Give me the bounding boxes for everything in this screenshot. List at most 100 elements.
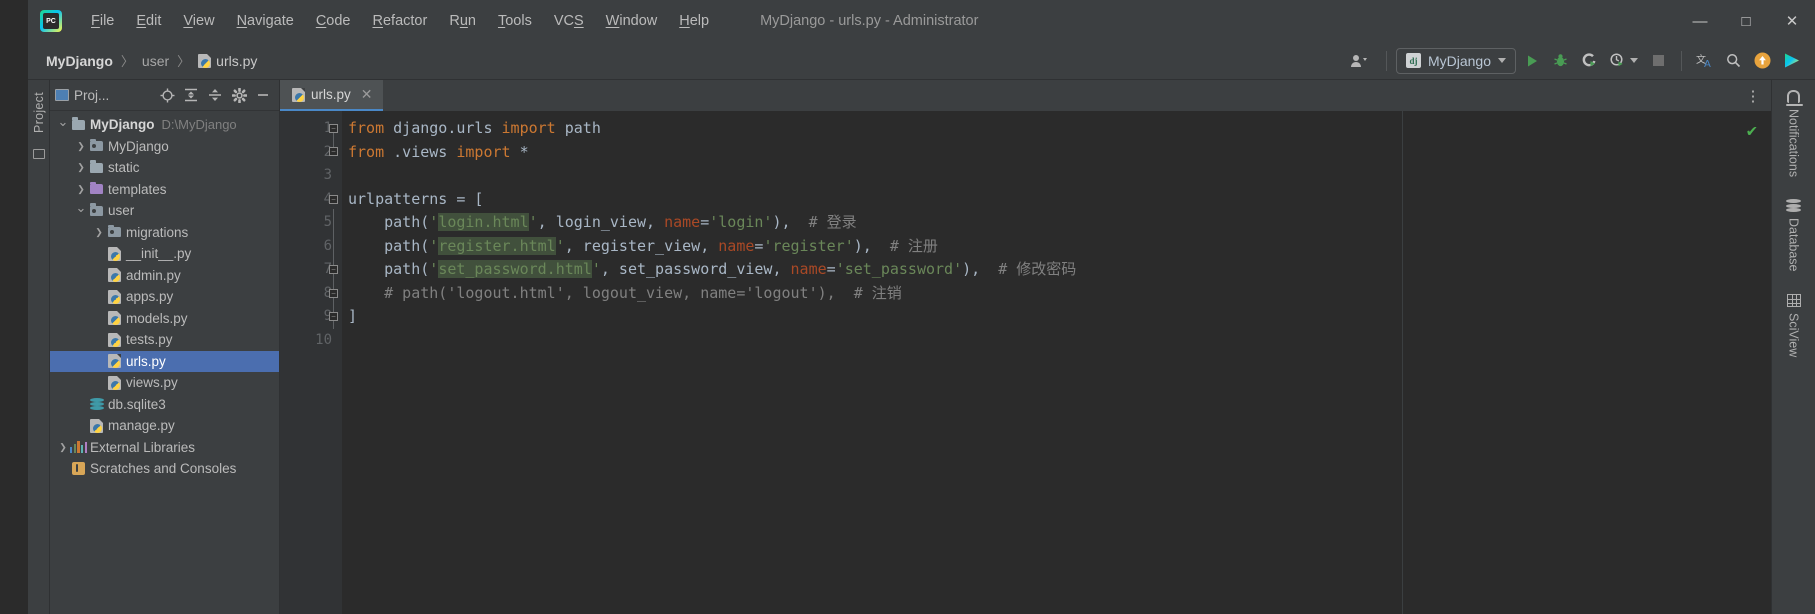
menu-item-run[interactable]: Run bbox=[438, 9, 487, 33]
stop-button[interactable] bbox=[1645, 48, 1672, 74]
fold-marker-line1[interactable]: − bbox=[329, 124, 338, 133]
fold-marker-line9[interactable]: − bbox=[329, 312, 338, 321]
tree-item-label: tests.py bbox=[126, 332, 173, 348]
breadcrumb-item-urls-py[interactable]: urls.py bbox=[194, 51, 261, 71]
breadcrumb-item-user[interactable]: user bbox=[138, 51, 173, 71]
tree-item-icon bbox=[88, 418, 105, 433]
menu-item-vcs[interactable]: VCS bbox=[543, 9, 595, 33]
tree-item-templates[interactable]: ❯ templates bbox=[50, 179, 279, 201]
tree-item-urls-py[interactable]: urls.py bbox=[50, 350, 279, 372]
breadcrumb-separator: 〉 bbox=[120, 54, 134, 69]
tree-item-icon bbox=[106, 289, 123, 304]
code-token: django.urls bbox=[384, 119, 502, 137]
menu-item-view[interactable]: View bbox=[172, 9, 225, 33]
tree-item-user[interactable]: ⌄ user bbox=[50, 200, 279, 222]
run-button[interactable] bbox=[1518, 48, 1545, 74]
fold-marker-line2[interactable]: − bbox=[329, 147, 338, 156]
menu-item-edit[interactable]: Edit bbox=[125, 9, 172, 33]
menu-item-code[interactable]: Code bbox=[305, 9, 362, 33]
inspection-status-icon[interactable]: ✔ bbox=[1747, 121, 1757, 141]
tree-item-tests-py[interactable]: tests.py bbox=[50, 329, 279, 351]
code-token: ' bbox=[591, 260, 601, 278]
locate-target-icon[interactable] bbox=[156, 84, 178, 106]
tree-item-label: __init__.py bbox=[126, 246, 192, 262]
code-editor[interactable]: 1 2 3 4 5 6 7 8 9 10 − − − − − − ✔ from django.ur… bbox=[280, 111, 1771, 614]
tree-item-external-libraries[interactable]: ❯ External Libraries bbox=[50, 437, 279, 459]
menu-item-tools[interactable]: Tools bbox=[487, 9, 543, 33]
chevron-right-icon[interactable]: ❯ bbox=[56, 442, 70, 453]
templates-folder-icon bbox=[90, 181, 103, 195]
tree-item-mydjango[interactable]: ❯ MyDjango bbox=[50, 136, 279, 158]
tree-item-views-py[interactable]: views.py bbox=[50, 372, 279, 394]
project-tree[interactable]: ⌄ MyDjango D:\MyDjango ❯ MyDjango ❯ static ❯ tem… bbox=[50, 111, 279, 614]
search-icon[interactable] bbox=[1720, 48, 1747, 74]
tree-item-admin-py[interactable]: admin.py bbox=[50, 265, 279, 287]
profile-button[interactable] bbox=[1605, 48, 1643, 74]
fold-marker-line4[interactable]: − bbox=[329, 195, 338, 204]
minimize-icon[interactable] bbox=[252, 84, 274, 106]
expand-all-icon[interactable] bbox=[180, 84, 202, 106]
tree-item-init-py[interactable]: __init__.py bbox=[50, 243, 279, 265]
kebab-menu-icon[interactable]: ⋮ bbox=[1741, 80, 1765, 111]
menu-item-refactor[interactable]: Refactor bbox=[362, 9, 439, 33]
code-token: .views bbox=[384, 142, 457, 161]
tree-item-manage-py[interactable]: manage.py bbox=[50, 415, 279, 437]
maximize-button[interactable]: □ bbox=[1723, 0, 1769, 42]
collapse-all-icon[interactable] bbox=[204, 84, 226, 106]
toolbar-divider-2 bbox=[1681, 50, 1682, 71]
editor-tab-urls-py[interactable]: urls.py ✕ bbox=[280, 80, 383, 111]
code-token: ' bbox=[429, 236, 439, 255]
tool-window-button-sciview[interactable]: SciView bbox=[1786, 293, 1801, 357]
fold-marker-line8[interactable]: − bbox=[329, 289, 338, 298]
tree-item-scratches-and-consoles[interactable]: Scratches and Consoles bbox=[50, 458, 279, 480]
run-configuration-selector[interactable]: dj MyDjango bbox=[1395, 47, 1516, 74]
gear-icon[interactable] bbox=[228, 84, 250, 106]
menu-item-help[interactable]: Help bbox=[668, 9, 720, 33]
code-token: ' bbox=[555, 236, 565, 255]
minimize-button[interactable]: — bbox=[1677, 0, 1723, 42]
tree-item-path: D:\MyDjango bbox=[161, 117, 237, 133]
chevron-right-icon[interactable]: ❯ bbox=[92, 227, 106, 238]
run-coverage-button[interactable] bbox=[1576, 48, 1603, 74]
colorful-play-icon[interactable] bbox=[1778, 48, 1805, 74]
breadcrumb-item-MyDjango[interactable]: MyDjango bbox=[42, 51, 117, 71]
close-icon[interactable]: ✕ bbox=[361, 86, 373, 103]
fold-marker-line7[interactable]: − bbox=[329, 265, 338, 274]
code-line-7: path('set_password.html', set_password_v… bbox=[342, 258, 1771, 282]
chevron-right-icon[interactable]: ❯ bbox=[74, 184, 88, 195]
close-button[interactable]: ✕ bbox=[1769, 0, 1815, 42]
editor-vertical-scrollbar[interactable] bbox=[1760, 111, 1771, 614]
code-token: urlpatterns = [ bbox=[348, 189, 484, 208]
update-arrow-icon[interactable] bbox=[1749, 48, 1776, 74]
structure-icon[interactable] bbox=[32, 149, 45, 160]
translate-icon[interactable]: 文 A bbox=[1691, 48, 1718, 74]
tree-item-migrations[interactable]: ❯ migrations bbox=[50, 222, 279, 244]
chevron-right-icon[interactable]: ❯ bbox=[74, 141, 88, 152]
tree-item-mydjango[interactable]: ⌄ MyDjango D:\MyDjango bbox=[50, 114, 279, 136]
tree-item-db-sqlite3[interactable]: db.sqlite3 bbox=[50, 394, 279, 416]
code-token: * bbox=[510, 142, 529, 161]
python-file-icon bbox=[108, 289, 121, 304]
tree-item-models-py[interactable]: models.py bbox=[50, 308, 279, 330]
debug-button[interactable] bbox=[1547, 48, 1574, 74]
project-panel-title: Proj... bbox=[74, 87, 110, 103]
chevron-down-icon[interactable]: ⌄ bbox=[74, 200, 88, 216]
tool-window-button-notifications[interactable]: Notifications bbox=[1786, 90, 1803, 177]
tool-window-button-database[interactable]: Database bbox=[1786, 199, 1801, 272]
tree-item-static[interactable]: ❯ static bbox=[50, 157, 279, 179]
tool-window-project-label[interactable]: Project bbox=[32, 92, 46, 133]
user-account-icon[interactable] bbox=[1343, 48, 1377, 74]
code-line-8: # path('logout.html', logout_view, name=… bbox=[342, 282, 1771, 306]
chevron-right-icon[interactable]: ❯ bbox=[74, 162, 88, 173]
code-token: ] bbox=[348, 307, 358, 325]
python-file-icon bbox=[108, 354, 121, 369]
menu-item-navigate[interactable]: Navigate bbox=[226, 9, 305, 33]
chevron-down-icon[interactable]: ⌄ bbox=[56, 114, 70, 130]
tree-item-label: manage.py bbox=[108, 418, 175, 434]
tree-item-apps-py[interactable]: apps.py bbox=[50, 286, 279, 308]
menu-item-file[interactable]: File bbox=[80, 9, 125, 33]
pycharm-window: FileEditViewNavigateCodeRefactorRunTools… bbox=[0, 0, 1815, 614]
code-content[interactable]: ✔ from django.urls import path from .view… bbox=[342, 111, 1771, 614]
code-token: path bbox=[555, 119, 601, 137]
menu-item-window[interactable]: Window bbox=[595, 9, 669, 33]
